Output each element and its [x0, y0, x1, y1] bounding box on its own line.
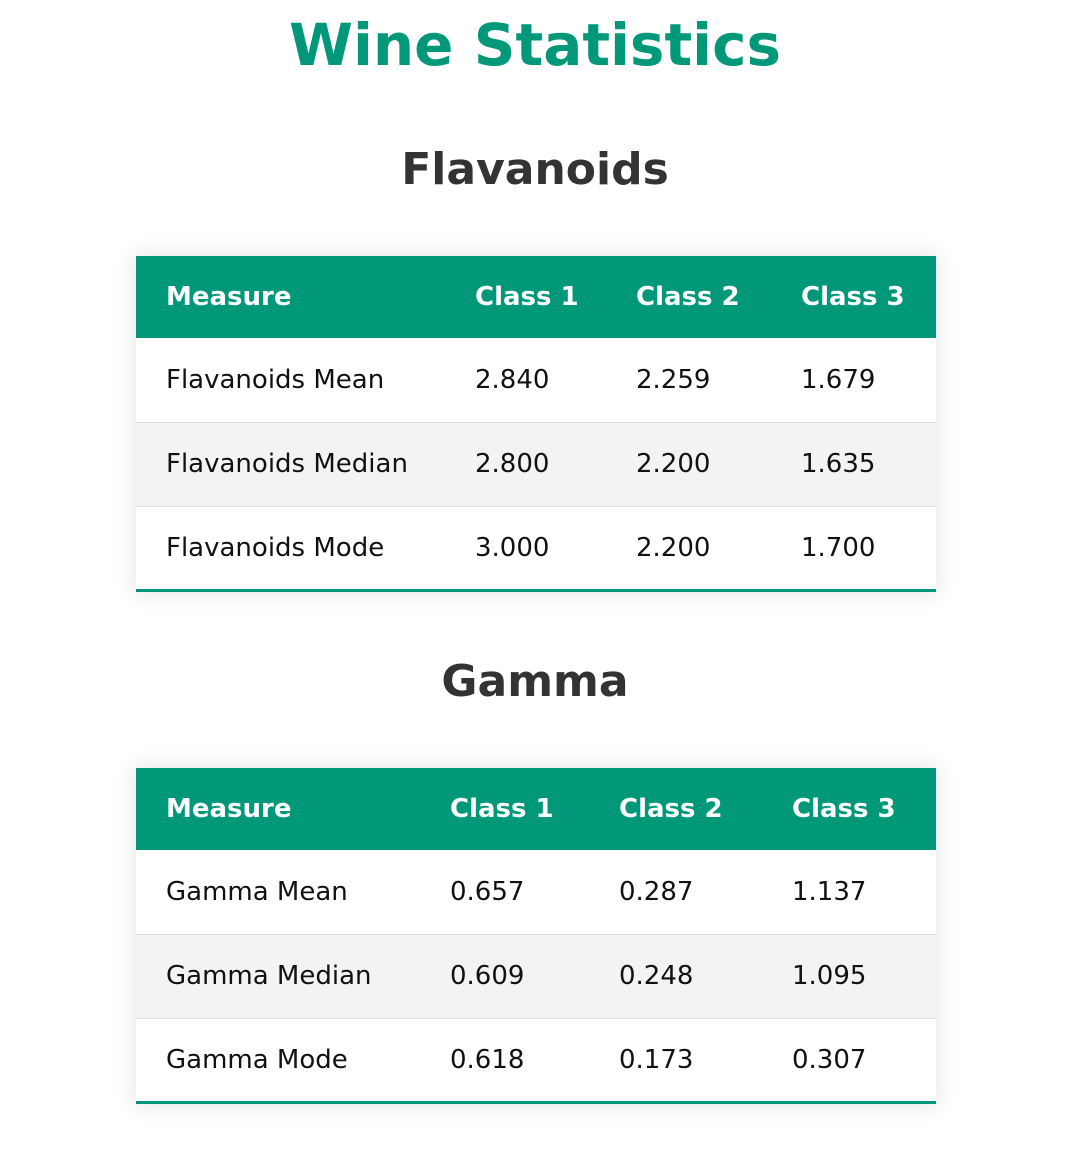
class-1-cell: 0.657: [450, 876, 525, 907]
class-3-cell: 1.635: [801, 449, 876, 479]
table-row: Flavanoids Mean 2.840 2.259 1.679: [136, 338, 936, 422]
table-row: Gamma Median 0.609 0.248 1.095: [136, 934, 936, 1018]
class-1-cell: 0.618: [450, 1044, 525, 1075]
class-2-cell: 0.248: [619, 961, 694, 991]
class-2-cell: 2.200: [636, 532, 711, 563]
class-3-cell: 1.137: [792, 876, 867, 907]
class-2-cell: 2.200: [636, 449, 711, 479]
class-3-cell: 1.095: [792, 961, 867, 991]
gamma-table: Measure Class 1 Class 2 Class 3 Gamma Me…: [136, 768, 936, 1104]
class-1-cell: 3.000: [475, 532, 550, 563]
column-header-class-1: Class 1: [450, 794, 554, 824]
table-header-row: Measure Class 1 Class 2 Class 3: [136, 768, 936, 850]
class-1-cell: 2.800: [475, 449, 550, 479]
column-header-class-2: Class 2: [636, 282, 740, 312]
class-2-cell: 2.259: [636, 364, 711, 395]
class-2-cell: 0.173: [619, 1044, 694, 1075]
flavanoids-section-title: Flavanoids: [401, 144, 669, 195]
measure-cell: Gamma Mean: [166, 876, 348, 907]
page-title: Wine Statistics: [289, 11, 781, 79]
class-3-cell: 1.700: [801, 532, 876, 563]
class-1-cell: 0.609: [450, 961, 525, 991]
column-header-measure: Measure: [166, 282, 292, 312]
measure-cell: Flavanoids Mean: [166, 364, 385, 395]
class-3-cell: 0.307: [792, 1044, 867, 1075]
class-3-cell: 1.679: [801, 364, 876, 395]
column-header-class-3: Class 3: [792, 794, 896, 824]
table-row: Gamma Mode 0.618 0.173 0.307: [136, 1018, 936, 1102]
class-1-cell: 2.840: [475, 364, 550, 395]
class-2-cell: 0.287: [619, 876, 694, 907]
measure-cell: Flavanoids Mode: [166, 532, 385, 563]
column-header-measure: Measure: [166, 794, 292, 824]
measure-cell: Gamma Median: [166, 961, 372, 991]
measure-cell: Flavanoids Median: [166, 449, 408, 479]
measure-cell: Gamma Mode: [166, 1044, 348, 1075]
table-header-row: Measure Class 1 Class 2 Class 3: [136, 256, 936, 338]
column-header-class-1: Class 1: [475, 282, 579, 312]
table-row: Flavanoids Mode 3.000 2.200 1.700: [136, 506, 936, 590]
gamma-section-title: Gamma: [441, 656, 629, 707]
table-row: Flavanoids Median 2.800 2.200 1.635: [136, 422, 936, 506]
table-row: Gamma Mean 0.657 0.287 1.137: [136, 850, 936, 934]
column-header-class-3: Class 3: [801, 282, 905, 312]
flavanoids-table: Measure Class 1 Class 2 Class 3 Flavanoi…: [136, 256, 936, 592]
column-header-class-2: Class 2: [619, 794, 723, 824]
